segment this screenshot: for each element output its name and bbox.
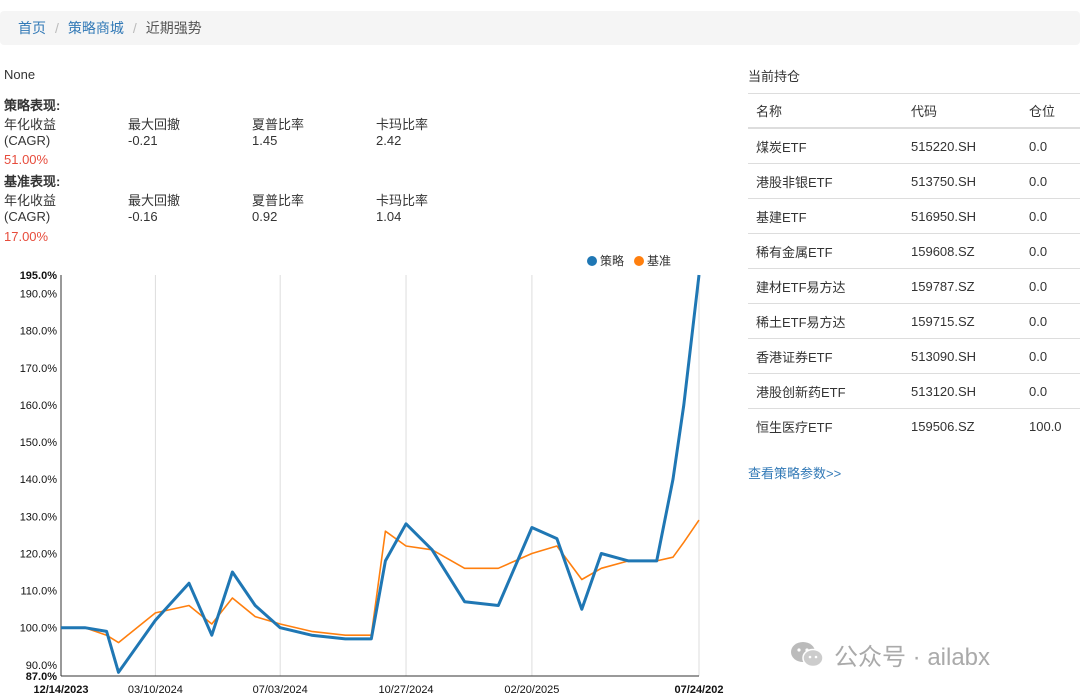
- benchmark-cagr-value: 17.00%: [4, 229, 49, 244]
- x-tick-label: 07/03/2024: [253, 684, 308, 696]
- cell-position: 0.0: [1021, 233, 1080, 269]
- cagr-label-en: (CAGR): [4, 133, 51, 148]
- cagr-label: 年化收益: [4, 117, 57, 132]
- y-tick-label: 195.0%: [20, 270, 58, 282]
- equity-curve-chart: 12/14/2023 03/10/2024 07/03/2024 10/27/2024…: [20, 270, 724, 696]
- benchmark-drawdown-value: -0.16: [128, 209, 158, 224]
- x-tick-label: 03/10/2024: [128, 684, 183, 696]
- table-row: 恒生医疗ETF 159506.SZ 100.0: [748, 408, 1080, 443]
- strategy-calmar-value: 2.42: [376, 133, 402, 148]
- watermark-text: 公众号 · ailabx: [834, 644, 991, 671]
- calmar-label: 卡玛比率: [376, 193, 429, 208]
- y-tick-label: 170.0%: [20, 363, 58, 375]
- breadcrumb: 首页 / 策略商城 / 近期强势: [0, 11, 1080, 45]
- cell-position: 0.0: [1021, 338, 1080, 374]
- cell-position: 0.0: [1021, 268, 1080, 304]
- y-tick-label: 100.0%: [20, 623, 58, 635]
- legend-dot: [634, 255, 645, 266]
- cell-code: 513090.SH: [903, 338, 1021, 374]
- sharpe-label: 夏普比率: [252, 193, 305, 208]
- cagr-label-en: (CAGR): [4, 209, 51, 224]
- benchmark-sharpe-value: 0.92: [252, 209, 278, 224]
- table-row: 香港证券ETF 513090.SH 0.0: [748, 338, 1080, 374]
- cell-name: 稀有金属ETF: [748, 233, 903, 269]
- cell-name: 煤炭ETF: [748, 127, 903, 164]
- y-tick-label: 120.0%: [20, 548, 58, 560]
- table-row: 港股非银ETF 513750.SH 0.0: [748, 163, 1080, 199]
- y-tick-label: 160.0%: [20, 400, 58, 412]
- drawdown-label: 最大回撤: [128, 117, 181, 132]
- y-tick-label: 150.0%: [20, 437, 58, 449]
- strategy-drawdown-value: -0.21: [128, 133, 158, 148]
- strategy-perf-title: 策略表现:: [4, 98, 61, 113]
- calmar-label: 卡玛比率: [376, 117, 429, 132]
- cagr-label: 年化收益: [4, 193, 57, 208]
- col-header-name: 名称: [748, 93, 903, 129]
- benchmark-perf-title: 基准表现:: [4, 174, 61, 189]
- cell-name: 恒生医疗ETF: [748, 408, 903, 443]
- table-row: 稀土ETF易方达 159715.SZ 0.0: [748, 303, 1080, 339]
- cell-position: 0.0: [1021, 373, 1080, 409]
- breadcrumb-home[interactable]: 首页: [18, 18, 46, 38]
- cell-code: 159506.SZ: [903, 408, 1021, 443]
- view-params-link[interactable]: 查看策略参数>>: [748, 463, 841, 482]
- cell-position: 0.0: [1021, 127, 1080, 164]
- cell-name: 稀土ETF易方达: [748, 303, 903, 339]
- strategy-sharpe-value: 1.45: [252, 133, 278, 148]
- x-tick-label: 07/24/202: [675, 684, 724, 696]
- cell-name: 港股创新药ETF: [748, 373, 903, 409]
- cell-name: 港股非银ETF: [748, 163, 903, 199]
- x-tick-label: 02/20/2025: [504, 684, 559, 696]
- y-tick-label: 180.0%: [20, 326, 58, 338]
- y-tick-label: 87.0%: [26, 671, 57, 683]
- table-row: 煤炭ETF 515220.SH 0.0: [748, 127, 1080, 164]
- breadcrumb-mall[interactable]: 策略商城: [68, 18, 124, 38]
- benchmark-calmar-value: 1.04: [376, 209, 402, 224]
- cell-position: 100.0: [1021, 408, 1080, 443]
- drawdown-label: 最大回撤: [128, 193, 181, 208]
- x-tick-label: 10/27/2024: [379, 684, 434, 696]
- holdings-table: 名称 代码 仓位 煤炭ETF 515220.SH 0.0 港股非银ETF 513750.…: [748, 93, 1080, 443]
- cell-code: 159715.SZ: [903, 303, 1021, 339]
- cell-code: 513750.SH: [903, 163, 1021, 199]
- wechat-icon: [791, 641, 824, 667]
- legend-dot: [587, 255, 597, 266]
- table-row: 港股创新药ETF 513120.SH 0.0: [748, 373, 1080, 409]
- watermark: 公众号 · ailabx: [790, 637, 990, 672]
- cell-name: 香港证券ETF: [748, 338, 903, 374]
- cell-name: 建材ETF易方达: [748, 268, 903, 304]
- cell-code: 159787.SZ: [903, 268, 1021, 304]
- breadcrumb-current: 近期强势: [145, 20, 202, 36]
- col-header-position: 仓位: [1021, 93, 1080, 129]
- cell-position: 0.0: [1021, 303, 1080, 339]
- y-tick-label: 130.0%: [20, 511, 58, 523]
- y-tick-label: 110.0%: [21, 586, 58, 598]
- y-tick-label: 140.0%: [20, 474, 58, 486]
- cell-code: 515220.SH: [903, 127, 1021, 164]
- table-row: 稀有金属ETF 159608.SZ 0.0: [748, 233, 1080, 269]
- table-row: 基建ETF 516950.SH 0.0: [748, 198, 1080, 234]
- strategy-cagr-value: 51.00%: [4, 152, 49, 167]
- table-row: 建材ETF易方达 159787.SZ 0.0: [748, 268, 1080, 304]
- cell-position: 0.0: [1021, 198, 1080, 234]
- cell-code: 516950.SH: [903, 198, 1021, 234]
- y-tick-label: 190.0%: [20, 289, 58, 301]
- sharpe-label: 夏普比率: [252, 117, 305, 132]
- breadcrumb-separator: /: [132, 20, 137, 36]
- col-header-code: 代码: [903, 93, 1021, 129]
- strategy-name: None: [4, 67, 36, 82]
- cell-code: 159608.SZ: [903, 233, 1021, 269]
- cell-position: 0.0: [1021, 163, 1080, 199]
- cell-code: 513120.SH: [903, 373, 1021, 409]
- series-line-benchmark: [61, 519, 700, 644]
- holdings-title: 当前持仓: [748, 69, 801, 84]
- cell-name: 基建ETF: [748, 198, 903, 234]
- breadcrumb-separator: /: [55, 20, 59, 36]
- x-tick-label: 12/14/2023: [33, 684, 88, 696]
